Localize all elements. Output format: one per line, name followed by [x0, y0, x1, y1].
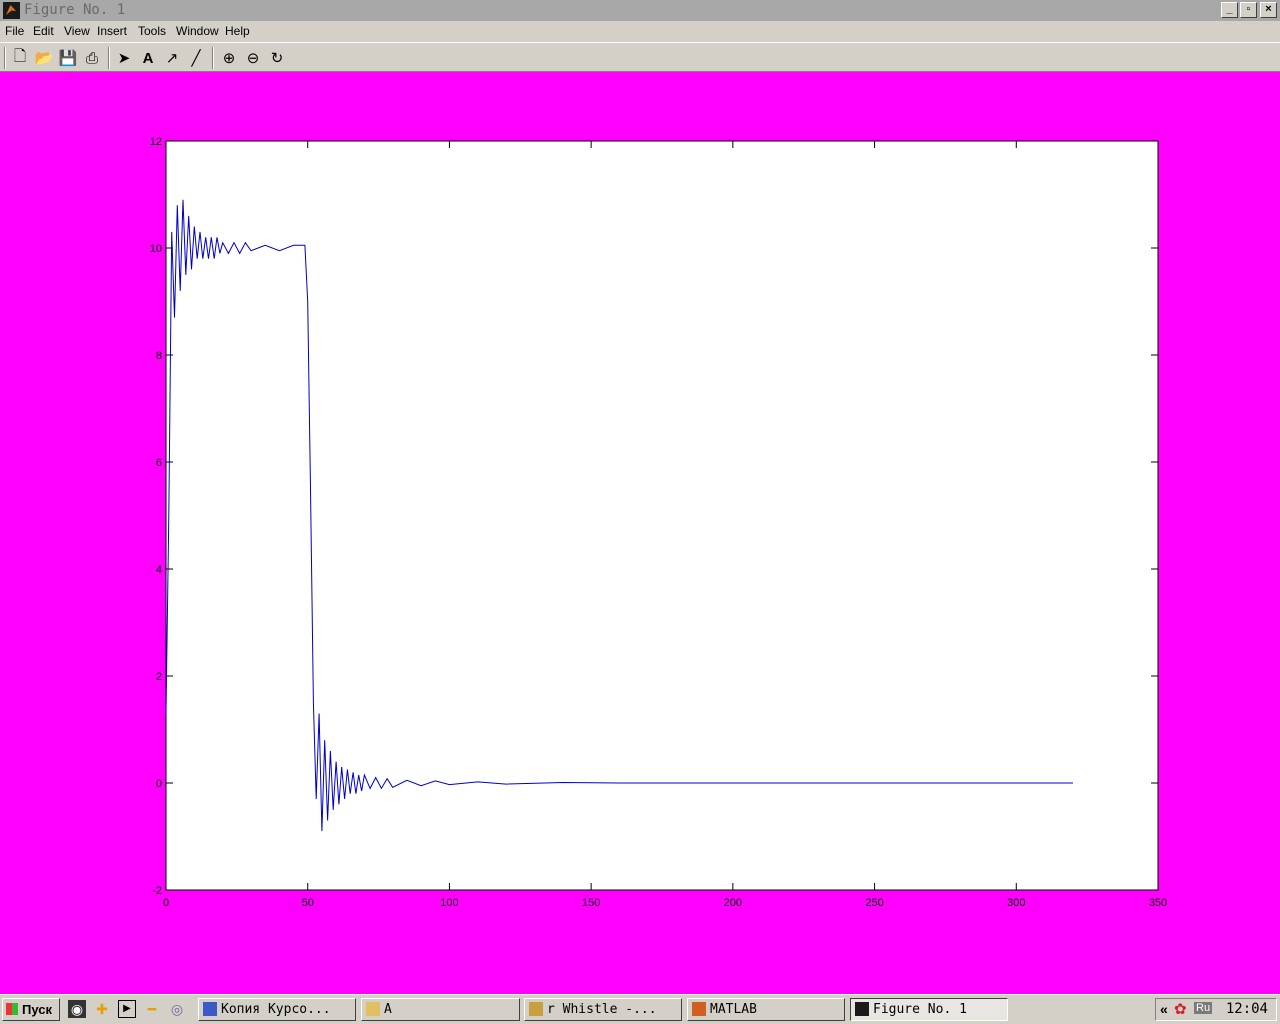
y-tick-label: 8	[156, 350, 162, 362]
menu-bar: File Edit View Insert Tools Window Help	[0, 21, 1280, 42]
maximize-button[interactable]: ▫	[1240, 2, 1257, 18]
y-tick-label: -2	[152, 885, 162, 897]
close-button[interactable]: ×	[1260, 2, 1277, 18]
disc-icon[interactable]: ◎	[168, 1000, 186, 1018]
y-tick-label: 0	[156, 778, 162, 790]
word-icon	[203, 1002, 217, 1016]
title-bar: Figure No. 1 _ ▫ ×	[0, 0, 1280, 22]
y-tick-label: 2	[156, 671, 162, 683]
menu-file[interactable]: File	[5, 24, 24, 38]
task-whistle[interactable]: r Whistle -...	[524, 998, 682, 1021]
matlab-icon	[855, 1002, 869, 1016]
zoom-in-icon[interactable]: ⊕	[219, 48, 239, 68]
y-tick-label: 12	[150, 136, 162, 148]
axes-box	[165, 140, 1159, 891]
task-word-document[interactable]: Копия Курсо...	[198, 998, 356, 1021]
task-figure[interactable]: Figure No. 1	[850, 998, 1008, 1021]
x-tick-label: 300	[1007, 897, 1025, 909]
x-tick-label: 350	[1149, 897, 1167, 909]
save-icon[interactable]: 💾	[58, 48, 78, 68]
x-tick-label: 150	[582, 897, 600, 909]
folder-icon	[366, 1002, 380, 1016]
menu-insert[interactable]: Insert	[97, 24, 127, 38]
text-insert-icon[interactable]: A	[138, 48, 158, 68]
window-title: Figure No. 1	[24, 2, 126, 18]
x-tick-label: 200	[724, 897, 742, 909]
line-insert-icon[interactable]: ╱	[186, 48, 206, 68]
menu-help[interactable]: Help	[225, 24, 250, 38]
task-folder[interactable]: A	[361, 998, 520, 1021]
matlab-icon	[3, 2, 20, 19]
toolbar-separator	[4, 47, 6, 69]
toolbar: 🗋 📂 💾 ⎙ ➤ A ↗ ╱ ⊕ ⊖ ↻	[0, 42, 1280, 72]
media-player-icon[interactable]: ◉	[68, 1000, 86, 1018]
system-tray: « ✿ Ru 12:04	[1155, 998, 1277, 1021]
y-tick-label: 4	[156, 564, 162, 576]
print-icon[interactable]: ⎙	[82, 48, 102, 68]
new-file-icon[interactable]: 🗋	[10, 48, 30, 68]
menu-view[interactable]: View	[64, 24, 90, 38]
plus-icon[interactable]: ✚	[93, 1000, 111, 1018]
menu-tools[interactable]: Tools	[138, 24, 166, 38]
language-indicator[interactable]: Ru	[1194, 1002, 1213, 1014]
figure-canvas: 0 50 100 150 200 250 300 350-2024681012	[150, 136, 1167, 909]
arrow-insert-icon[interactable]: ↗	[162, 48, 182, 68]
matlab-icon	[692, 1002, 706, 1016]
clock: 12:04	[1225, 1001, 1268, 1017]
x-tick-label: 50	[302, 897, 314, 909]
open-folder-icon[interactable]: 📂	[34, 48, 54, 68]
x-tick-label: 100	[440, 897, 458, 909]
minus-icon[interactable]: ━	[143, 1000, 161, 1018]
whistle-icon	[529, 1002, 543, 1016]
task-matlab[interactable]: MATLAB	[687, 998, 845, 1021]
y-tick-label: 10	[150, 243, 162, 255]
taskbar: Пуск ◉ ✚ ▶ ━ ◎ Копия Курсо... A r Whistl…	[0, 994, 1280, 1024]
play-icon[interactable]: ▶	[118, 1000, 136, 1018]
menu-edit[interactable]: Edit	[33, 24, 54, 38]
x-tick-label: 250	[865, 897, 883, 909]
select-arrow-icon[interactable]: ➤	[114, 48, 134, 68]
rotate-icon[interactable]: ↻	[267, 48, 287, 68]
menu-window[interactable]: Window	[176, 24, 219, 38]
x-tick-label: 0	[163, 897, 169, 909]
start-button[interactable]: Пуск	[2, 998, 60, 1021]
flower-icon[interactable]: ✿	[1174, 1000, 1187, 1018]
minimize-button[interactable]: _	[1221, 2, 1238, 18]
toolbar-separator	[108, 47, 110, 69]
zoom-out-icon[interactable]: ⊖	[243, 48, 263, 68]
y-tick-label: 6	[156, 457, 162, 469]
toolbar-separator	[212, 47, 214, 69]
chevron-left-icon[interactable]: «	[1160, 1001, 1168, 1017]
